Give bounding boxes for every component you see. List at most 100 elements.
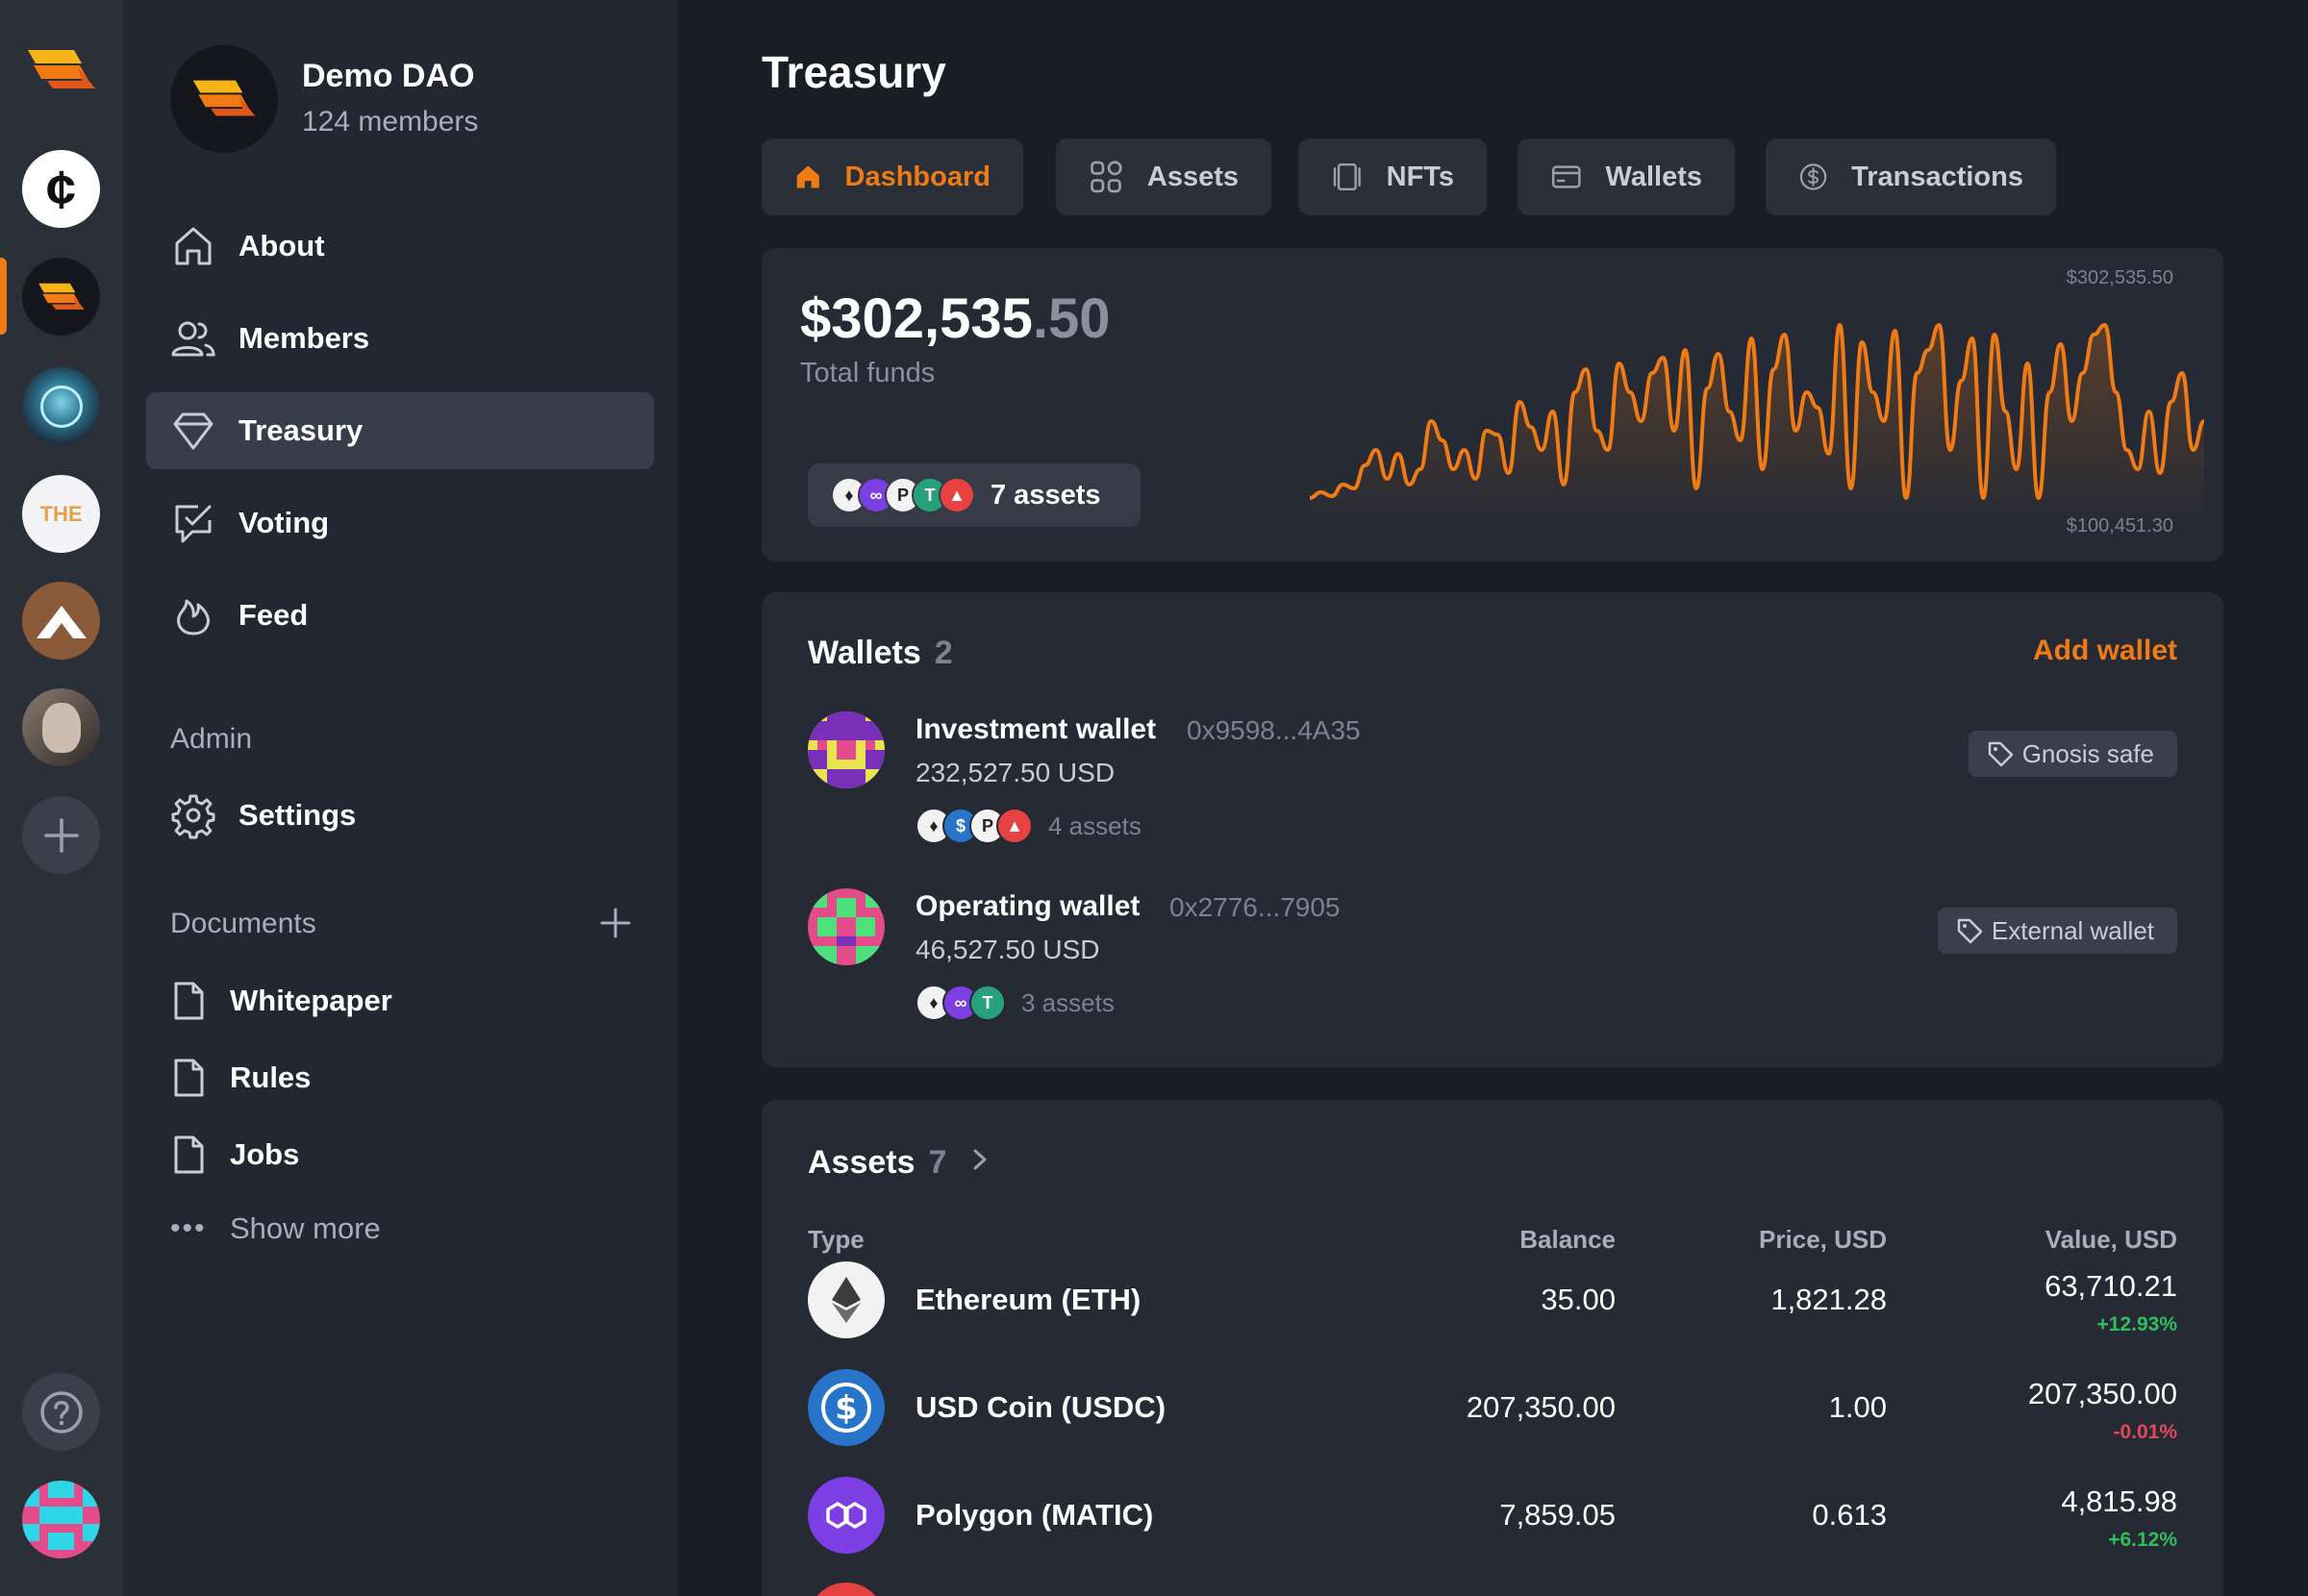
tab-transactions[interactable]: Transactions [1766, 138, 2056, 215]
doc-label: Jobs [230, 1137, 300, 1171]
nav-settings[interactable]: Settings [146, 777, 654, 854]
assets-card: Assets 7 Type Balance Price, USD Value, U… [762, 1100, 2223, 1596]
add-document-plus-icon[interactable] [596, 904, 635, 942]
add-wallet-button[interactable]: Add wallet [2033, 635, 2177, 667]
users-icon [171, 321, 215, 357]
admin-section-label: Admin [170, 723, 253, 755]
tab-wallets[interactable]: Wallets [1518, 138, 1735, 215]
tab-nfts[interactable]: NFTs [1298, 138, 1487, 215]
main-content: Treasury Dashboard Assets NFTs Wallets T… [677, 0, 2308, 1596]
vote-icon [175, 505, 212, 543]
the-logo: THE [39, 501, 83, 526]
wallet-avatar [808, 888, 885, 965]
nav-feed[interactable]: Feed [146, 577, 654, 654]
ellipsis-icon: ••• [170, 1212, 207, 1244]
lightning-logo-icon [192, 80, 256, 116]
document-icon [174, 982, 204, 1020]
nav-label: About [238, 229, 325, 262]
wallet-type-tag: External wallet [1937, 908, 2177, 954]
lightning-logo-icon [38, 283, 85, 310]
diamond-icon [173, 412, 213, 450]
pixel-avatar-icon [808, 711, 885, 788]
asset-name: Polygon (MATIC) [916, 1498, 1154, 1532]
assets-summary-pill[interactable]: ♦ ∞ P T ▲ 7 assets [808, 463, 1141, 527]
flame-icon [177, 599, 210, 636]
face-icon [41, 702, 81, 753]
wallet-address[interactable]: 0x2776...7905 [1169, 892, 1341, 923]
nav-members[interactable]: Members [146, 300, 654, 377]
svg-text:$: $ [835, 1389, 858, 1428]
nav-voting[interactable]: Voting [146, 485, 654, 561]
doc-jobs[interactable]: Jobs [170, 1135, 299, 1175]
dao-sidebar: Demo DAO 124 members About Members Treas… [123, 0, 677, 1596]
asset-price: 0.613 [1812, 1498, 1887, 1532]
dao-the-avatar[interactable]: THE [22, 475, 100, 553]
column-header-type: Type [808, 1225, 865, 1254]
table-row[interactable]: $ USD Coin (USDC) 207,350.00 1.00 207,35… [808, 1369, 2177, 1448]
lightning-logo-icon [27, 49, 95, 88]
wallet-address[interactable]: 0x9598...4A35 [1187, 715, 1361, 746]
tab-dashboard[interactable]: Dashboard [762, 138, 1023, 215]
show-more-link[interactable]: ••• Show more [170, 1211, 381, 1246]
doc-whitepaper[interactable]: Whitepaper [170, 981, 392, 1021]
wallet-tag-label: External wallet [1991, 915, 2154, 945]
rail-active-indicator [0, 258, 7, 335]
asset-price: 1.00 [1828, 1390, 1887, 1424]
doc-rules[interactable]: Rules [170, 1058, 311, 1098]
wallets-title: Wallets 2 [808, 635, 953, 672]
wallet-coin-stack: ♦ ∞ T [916, 985, 1006, 1021]
home-icon [175, 227, 212, 265]
dao-avatar[interactable] [170, 45, 278, 153]
nav-label: Members [238, 321, 370, 355]
table-row[interactable]: Polygon (MATIC) 7,859.05 0.613 4,815.98 … [808, 1477, 2177, 1556]
help-button[interactable] [22, 1373, 100, 1451]
avax-coin-icon: ▲ [996, 808, 1033, 844]
asset-balance: 7,859.05 [1499, 1498, 1616, 1532]
wallet-coin-stack: ♦ $ P ▲ [916, 808, 1033, 844]
wallet-icon [1551, 165, 1581, 188]
dao-cent-avatar[interactable]: ¢ [22, 150, 100, 228]
grid-icon [1091, 161, 1122, 193]
dao-face-avatar[interactable] [22, 688, 100, 766]
app-logo[interactable] [22, 31, 100, 109]
user-avatar[interactable] [22, 1481, 100, 1559]
assets-count-label: 7 assets [991, 479, 1101, 511]
pixel-avatar-icon [808, 888, 885, 965]
usdc-coin-icon: $ [808, 1369, 885, 1446]
wallet-type-tag: Gnosis safe [1968, 731, 2177, 777]
total-funds-label: Total funds [800, 358, 936, 388]
column-header-value: Value, USD [2045, 1225, 2177, 1254]
asset-name: USD Coin (USDC) [916, 1390, 1167, 1424]
documents-section-label: Documents [170, 908, 316, 939]
asset-price: 1,821.28 [1770, 1283, 1887, 1316]
usdt-coin-icon: T [969, 985, 1006, 1021]
matic-coin-icon [808, 1477, 885, 1554]
dao-mountain-avatar[interactable] [22, 582, 100, 660]
table-row[interactable] [808, 1583, 2177, 1596]
avax-coin-icon [808, 1583, 885, 1596]
nav-about[interactable]: About [146, 208, 654, 285]
column-header-balance: Balance [1519, 1225, 1616, 1254]
asset-name: Ethereum (ETH) [916, 1283, 1141, 1316]
doc-label: Rules [230, 1060, 312, 1094]
tab-assets[interactable]: Assets [1056, 138, 1271, 215]
dao-demo-avatar[interactable] [22, 258, 100, 336]
nav-label: Treasury [238, 413, 364, 447]
asset-change: +12.93% [2096, 1313, 2178, 1335]
total-funds-cents: .50 [1032, 287, 1111, 350]
nft-icon [1333, 162, 1361, 191]
wallet-row[interactable]: Operating wallet 0x2776...7905 46,527.50… [808, 888, 2177, 1052]
tab-label: Dashboard [844, 161, 991, 192]
nav-treasury[interactable]: Treasury [146, 392, 654, 469]
chart-max-label: $302,535.50 [2066, 267, 2173, 288]
asset-value: 63,710.21 [2045, 1269, 2177, 1303]
table-row[interactable]: Ethereum (ETH) 35.00 1,821.28 63,710.21 … [808, 1261, 2177, 1340]
dao-name: Demo DAO [302, 58, 475, 94]
document-icon [174, 1135, 204, 1174]
assets-title[interactable]: Assets 7 [808, 1144, 991, 1182]
wallet-tag-label: Gnosis safe [2021, 738, 2154, 768]
dao-globe-avatar[interactable] [22, 367, 100, 445]
wallet-row[interactable]: Investment wallet 0x9598...4A35 232,527.… [808, 711, 2177, 875]
tab-label: NFTs [1386, 161, 1454, 192]
add-dao-button[interactable] [22, 796, 100, 874]
